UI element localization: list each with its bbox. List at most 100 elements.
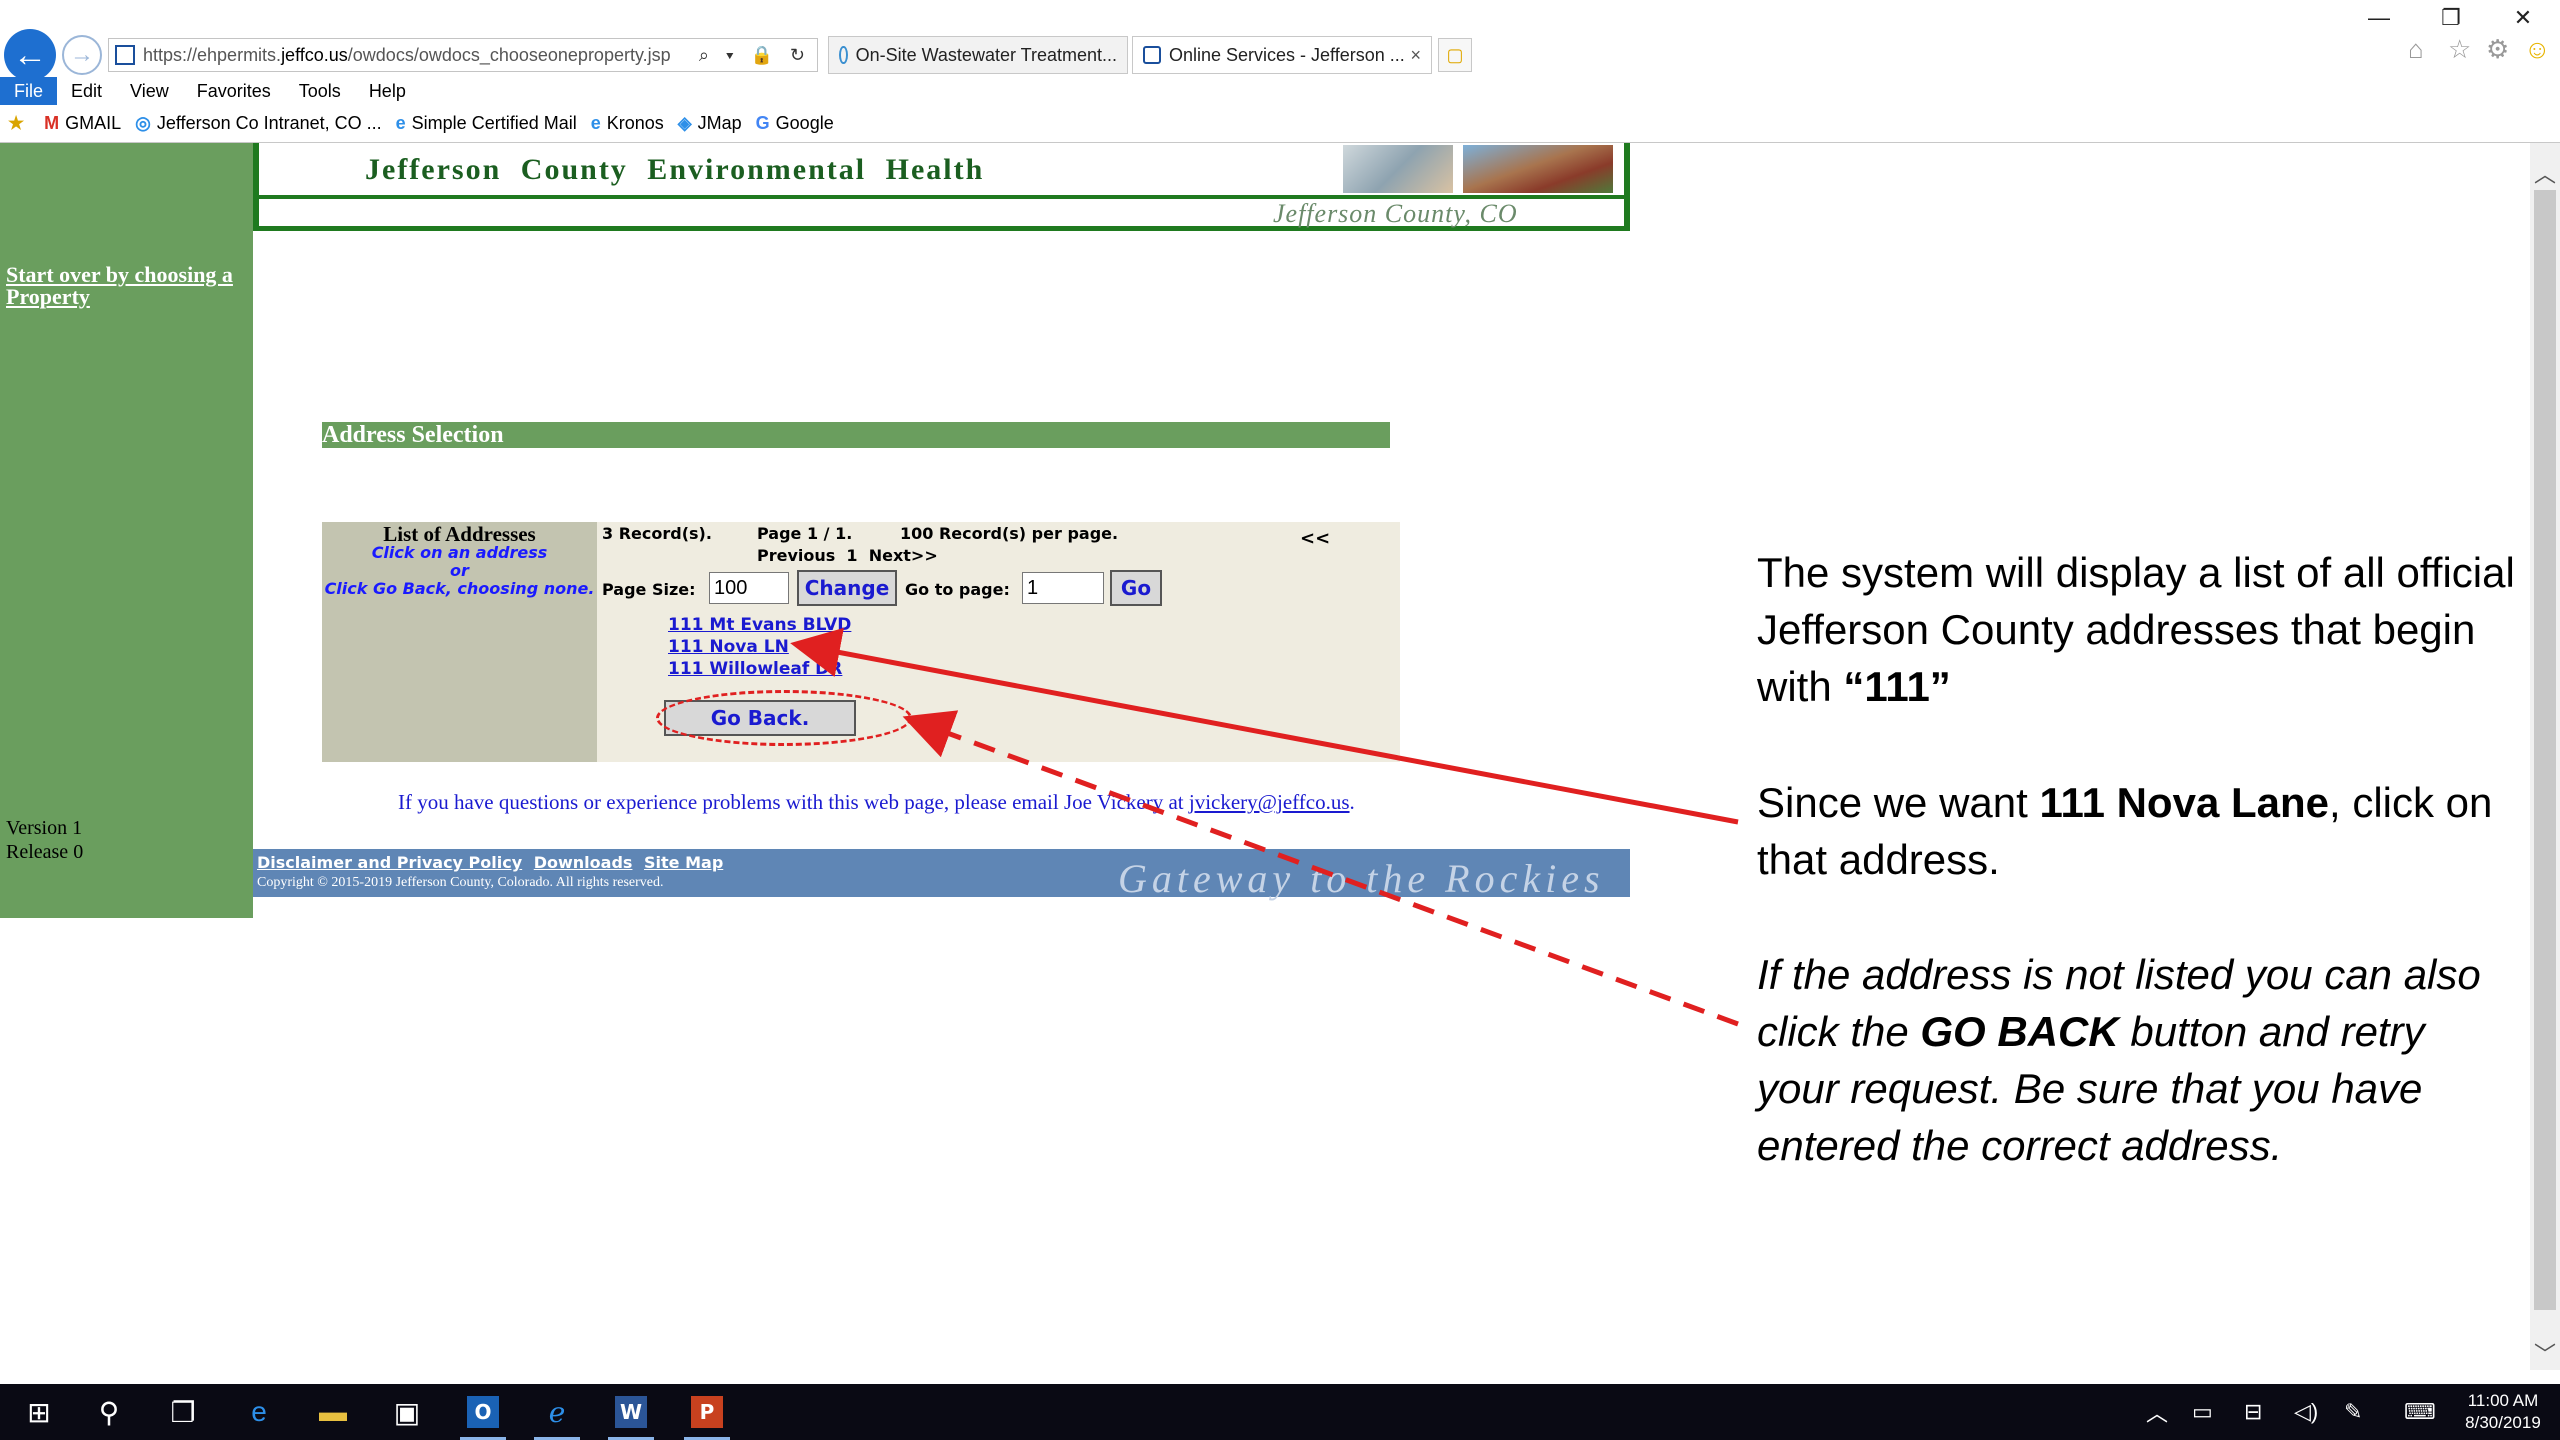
- network-icon[interactable]: ⊟: [2244, 1384, 2262, 1440]
- forward-arrow-icon[interactable]: →: [62, 35, 102, 75]
- menu-view[interactable]: View: [116, 77, 183, 105]
- tray-chevron-icon[interactable]: ︿: [2146, 1384, 2168, 1440]
- page-icon: [115, 45, 135, 65]
- version-label: Version 1: [6, 817, 83, 839]
- version-info: Version 1 Release 0: [6, 816, 83, 864]
- contact-text: If you have questions or experience prob…: [398, 790, 1355, 814]
- minimize-button[interactable]: —: [2348, 0, 2410, 36]
- footer-copyright: Copyright © 2015-2019 Jefferson County, …: [257, 875, 664, 890]
- browser-chrome: ← → https://ehpermits. jeffco.us/owdocs/o…: [0, 0, 2560, 143]
- fav-jmap[interactable]: ◈ JMap: [678, 113, 742, 134]
- address-link-nova[interactable]: 111 Nova LN: [668, 637, 789, 657]
- nav-back-chevron[interactable]: <<: [1300, 528, 1330, 549]
- volume-icon[interactable]: ◁): [2294, 1384, 2318, 1440]
- restore-button[interactable]: ❐: [2420, 0, 2482, 36]
- go-button[interactable]: Go: [1110, 570, 1162, 606]
- ie-page-icon: e: [395, 112, 406, 133]
- goto-page-input[interactable]: [1022, 572, 1104, 604]
- back-arrow-icon[interactable]: ←: [4, 29, 56, 81]
- tab-label: Online Services - Jefferson ...: [1169, 44, 1405, 65]
- site-icon: [839, 46, 848, 64]
- page-size-label: Page Size:: [602, 580, 696, 599]
- change-button[interactable]: Change: [797, 570, 897, 606]
- home-icon[interactable]: ⌂: [2408, 34, 2424, 65]
- taskbar: ⊞ ⚲ ❐ e ▬ ▣ O ℯ W P ︿ ▭ ⊟ ◁) ✎ ⌨ 11:00 A…: [0, 1384, 2560, 1440]
- keyboard-icon[interactable]: ⌨: [2404, 1384, 2436, 1440]
- go-back-highlight: [656, 690, 912, 746]
- star-icon[interactable]: ☆: [2448, 34, 2471, 65]
- tab-label: On-Site Wastewater Treatment...: [855, 44, 1117, 65]
- menu-favorites[interactable]: Favorites: [183, 77, 285, 105]
- tab-online-services[interactable]: Online Services - Jefferson ... ×: [1132, 36, 1432, 74]
- annotation-list-explained: The system will display a list of all of…: [1757, 549, 2515, 710]
- edge-icon[interactable]: e: [228, 1384, 290, 1440]
- footer-link-downloads[interactable]: Downloads: [534, 853, 633, 872]
- start-icon[interactable]: ⊞: [8, 1384, 70, 1440]
- banner-people-photo: [1343, 145, 1453, 193]
- list-help: Click on an address or Click Go Back, ch…: [324, 543, 595, 598]
- address-bar-tools[interactable]: ⌕ ▾ 🔒 ↻: [699, 45, 811, 66]
- new-tab-icon[interactable]: ▢: [1438, 38, 1472, 72]
- smiley-icon[interactable]: ☺: [2524, 34, 2551, 65]
- word-icon[interactable]: W: [600, 1384, 662, 1440]
- google-icon: G: [755, 112, 770, 133]
- globe-icon: ◎: [135, 112, 151, 133]
- footer-slogan: Gateway to the Rockies: [1118, 856, 1605, 901]
- record-count: 3 Record(s).: [602, 524, 712, 543]
- footer-link-sitemap[interactable]: Site Map: [644, 853, 723, 872]
- fav-gmail[interactable]: M GMAIL: [44, 113, 121, 134]
- url-domain: jeffco.us: [281, 44, 348, 65]
- close-window-button[interactable]: ✕: [2492, 0, 2554, 36]
- close-tab-icon[interactable]: ×: [1410, 45, 1421, 66]
- store-icon[interactable]: ▣: [376, 1384, 438, 1440]
- banner-rocks-photo: [1463, 145, 1613, 193]
- pagination[interactable]: Previous 1 Next>>: [757, 546, 938, 565]
- gear-icon[interactable]: ⚙: [2486, 34, 2509, 65]
- goto-page-label: Go to page:: [905, 580, 1010, 599]
- search-icon[interactable]: ⚲: [78, 1384, 140, 1440]
- menu-bar: File Edit View Favorites Tools Help: [0, 76, 2560, 106]
- clock[interactable]: 11:00 AM 8/30/2019: [2456, 1390, 2550, 1434]
- start-over-link[interactable]: Start over by choosing a Property: [6, 264, 246, 308]
- page-size-input[interactable]: [709, 572, 789, 604]
- contact-email-link[interactable]: jvickery@jeffco.us: [1189, 790, 1350, 814]
- menu-file[interactable]: File: [0, 77, 58, 105]
- outlook-icon[interactable]: O: [452, 1384, 514, 1440]
- section-header: Address Selection: [322, 422, 1390, 448]
- tab-wastewater[interactable]: On-Site Wastewater Treatment...: [828, 36, 1128, 74]
- task-view-icon[interactable]: ❐: [152, 1384, 214, 1440]
- page-info: Page 1 / 1.: [757, 524, 853, 543]
- battery-icon[interactable]: ▭: [2192, 1384, 2213, 1440]
- clock-time: 11:00 AM: [2467, 1391, 2539, 1410]
- banner-title: Jefferson County Environmental Health: [365, 153, 985, 186]
- favorites-star-icon[interactable]: ★: [8, 113, 30, 134]
- internet-explorer-icon[interactable]: ℯ: [526, 1384, 588, 1440]
- menu-edit[interactable]: Edit: [57, 77, 116, 105]
- pen-icon[interactable]: ✎: [2344, 1384, 2362, 1440]
- map-icon: ◈: [677, 112, 692, 133]
- annotation-click-nova: Since we want 111 Nova Lane, click on th…: [1757, 779, 2493, 883]
- scroll-down-icon[interactable]: ﹀: [2530, 1338, 2560, 1368]
- clock-date: 8/30/2019: [2465, 1413, 2541, 1432]
- menu-tools[interactable]: Tools: [285, 77, 355, 105]
- file-explorer-icon[interactable]: ▬: [302, 1384, 364, 1440]
- left-nav-top: [0, 143, 253, 174]
- address-bar[interactable]: https://ehpermits. jeffco.us/owdocs/owdoc…: [108, 38, 818, 72]
- favorites-bar: ★ M GMAIL ◎ Jefferson Co Intranet, CO ... …: [0, 108, 2560, 138]
- page-footer: Disclaimer and Privacy Policy Downloads …: [253, 849, 1630, 901]
- fav-intranet[interactable]: ◎ Jefferson Co Intranet, CO ...: [135, 113, 382, 134]
- fav-certified-mail[interactable]: e Simple Certified Mail: [396, 113, 577, 134]
- annotation-go-back: If the address is not listed you can als…: [1757, 951, 2481, 1169]
- banner-subtitle: Jefferson County, CO: [1273, 199, 1518, 228]
- fav-kronos[interactable]: e Kronos: [591, 113, 664, 134]
- release-label: Release 0: [6, 841, 84, 863]
- address-link-mt-evans[interactable]: 111 Mt Evans BLVD: [668, 615, 851, 635]
- per-page-info: 100 Record(s) per page.: [900, 524, 1119, 543]
- powerpoint-icon[interactable]: P: [676, 1384, 738, 1440]
- scroll-thumb[interactable]: [2534, 190, 2556, 1310]
- fav-google[interactable]: G Google: [756, 113, 834, 134]
- scroll-up-icon[interactable]: ︿: [2530, 158, 2560, 188]
- footer-link-disclaimer[interactable]: Disclaimer and Privacy Policy: [257, 853, 522, 872]
- menu-help[interactable]: Help: [355, 77, 420, 105]
- address-link-willowleaf[interactable]: 111 Willowleaf DR: [668, 659, 842, 679]
